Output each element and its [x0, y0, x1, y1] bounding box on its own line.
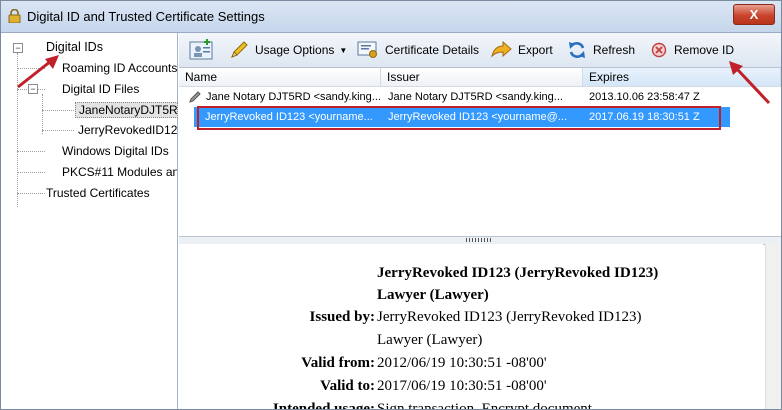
tree-line [17, 151, 45, 152]
valid-from-label: Valid from: [301, 355, 375, 371]
valid-from-value: 2012/06/19 10:30:51 -08'00' [377, 355, 547, 371]
column-header-name[interactable]: Name [179, 68, 381, 87]
export-label: Export [518, 43, 553, 57]
cert-subject: JerryRevoked ID123 (JerryRevoked ID123) [377, 265, 659, 281]
settings-tree: − − Digital IDs Roaming ID Accounts Digi… [1, 33, 178, 409]
issued-by-org: Lawyer (Lawyer) [377, 332, 483, 348]
pen-icon [189, 91, 201, 103]
certificate-list: Name Issuer Expires Jane Notary DJT5RD <… [179, 68, 781, 236]
tree-item-trusted-certificates[interactable]: Trusted Certificates [46, 186, 150, 200]
usage-options-label: Usage Options [255, 43, 335, 57]
add-id-button[interactable] [189, 39, 219, 61]
certificate-details: JerryRevoked ID123 (JerryRevoked ID123) … [179, 244, 763, 409]
tree-item-windows-digital-ids[interactable]: Windows Digital IDs [62, 144, 169, 158]
cert-subject-org: Lawyer (Lawyer) [377, 287, 489, 303]
issued-by-label: Issued by: [309, 309, 375, 325]
intended-usage-label: Intended usage: [272, 401, 375, 410]
refresh-label: Refresh [593, 43, 636, 57]
issued-by-value: JerryRevoked ID123 (JerryRevoked ID123) [377, 309, 642, 325]
refresh-button[interactable]: Refresh [567, 39, 635, 61]
tree-line [42, 110, 74, 111]
certificate-pane: Usage Options ▼ Certificate Details Expo… [179, 33, 781, 409]
tree-line [17, 172, 45, 173]
tree-item-roaming-id-accounts[interactable]: Roaming ID Accounts [62, 61, 177, 75]
lock-icon [8, 9, 21, 23]
valid-to-value: 2017/06/19 10:30:51 -08'00' [377, 378, 547, 394]
valid-to-label: Valid to: [320, 378, 375, 394]
tree-item-jane-notary[interactable]: JaneNotaryDJT5RD [75, 102, 178, 118]
splitter-grip-icon [466, 238, 492, 242]
title-bar: Digital ID and Trusted Certificate Setti… [1, 1, 781, 33]
certificate-details-label: Certificate Details [385, 43, 480, 57]
export-arrow-icon [491, 40, 512, 58]
certificate-icon [357, 41, 377, 58]
pencil-icon [231, 41, 248, 58]
refresh-icon [569, 42, 585, 58]
tree-line [42, 94, 43, 134]
annotation-arrow [729, 61, 771, 105]
tree-line [17, 193, 45, 194]
remove-icon [651, 42, 667, 58]
annotation-highlight-box [197, 106, 721, 130]
tree-item-pkcs11-modules[interactable]: PKCS#11 Modules and Tokens [62, 165, 177, 179]
settings-dialog: Digital ID and Trusted Certificate Setti… [0, 0, 782, 410]
chevron-down-icon: ▼ [339, 45, 348, 55]
tree-item-digital-id-files[interactable]: Digital ID Files [62, 82, 139, 96]
column-header-issuer[interactable]: Issuer [381, 68, 583, 87]
cell-name: Jane Notary DJT5RD <sandy.king... [206, 91, 381, 103]
intended-usage-value: Sign transaction, Encrypt document [377, 401, 592, 410]
cell-issuer: Jane Notary DJT5RD <sandy.king... [388, 91, 563, 103]
close-button[interactable]: X [733, 4, 775, 25]
details-scrollbar[interactable] [765, 244, 781, 409]
tree-item-jerry-revoked[interactable]: JerryRevokedID123 [78, 123, 177, 137]
usage-options-button[interactable]: Usage Options ▼ [229, 39, 347, 61]
remove-id-label: Remove ID [674, 43, 735, 57]
annotation-arrow [17, 55, 59, 89]
window-title: Digital ID and Trusted Certificate Setti… [27, 9, 265, 24]
remove-id-button[interactable]: Remove ID [650, 39, 734, 61]
add-id-icon [189, 39, 213, 60]
export-button[interactable]: Export [490, 39, 553, 61]
tree-line [42, 130, 74, 131]
certificate-details-button[interactable]: Certificate Details [357, 39, 479, 61]
toolbar: Usage Options ▼ Certificate Details Expo… [179, 33, 781, 68]
